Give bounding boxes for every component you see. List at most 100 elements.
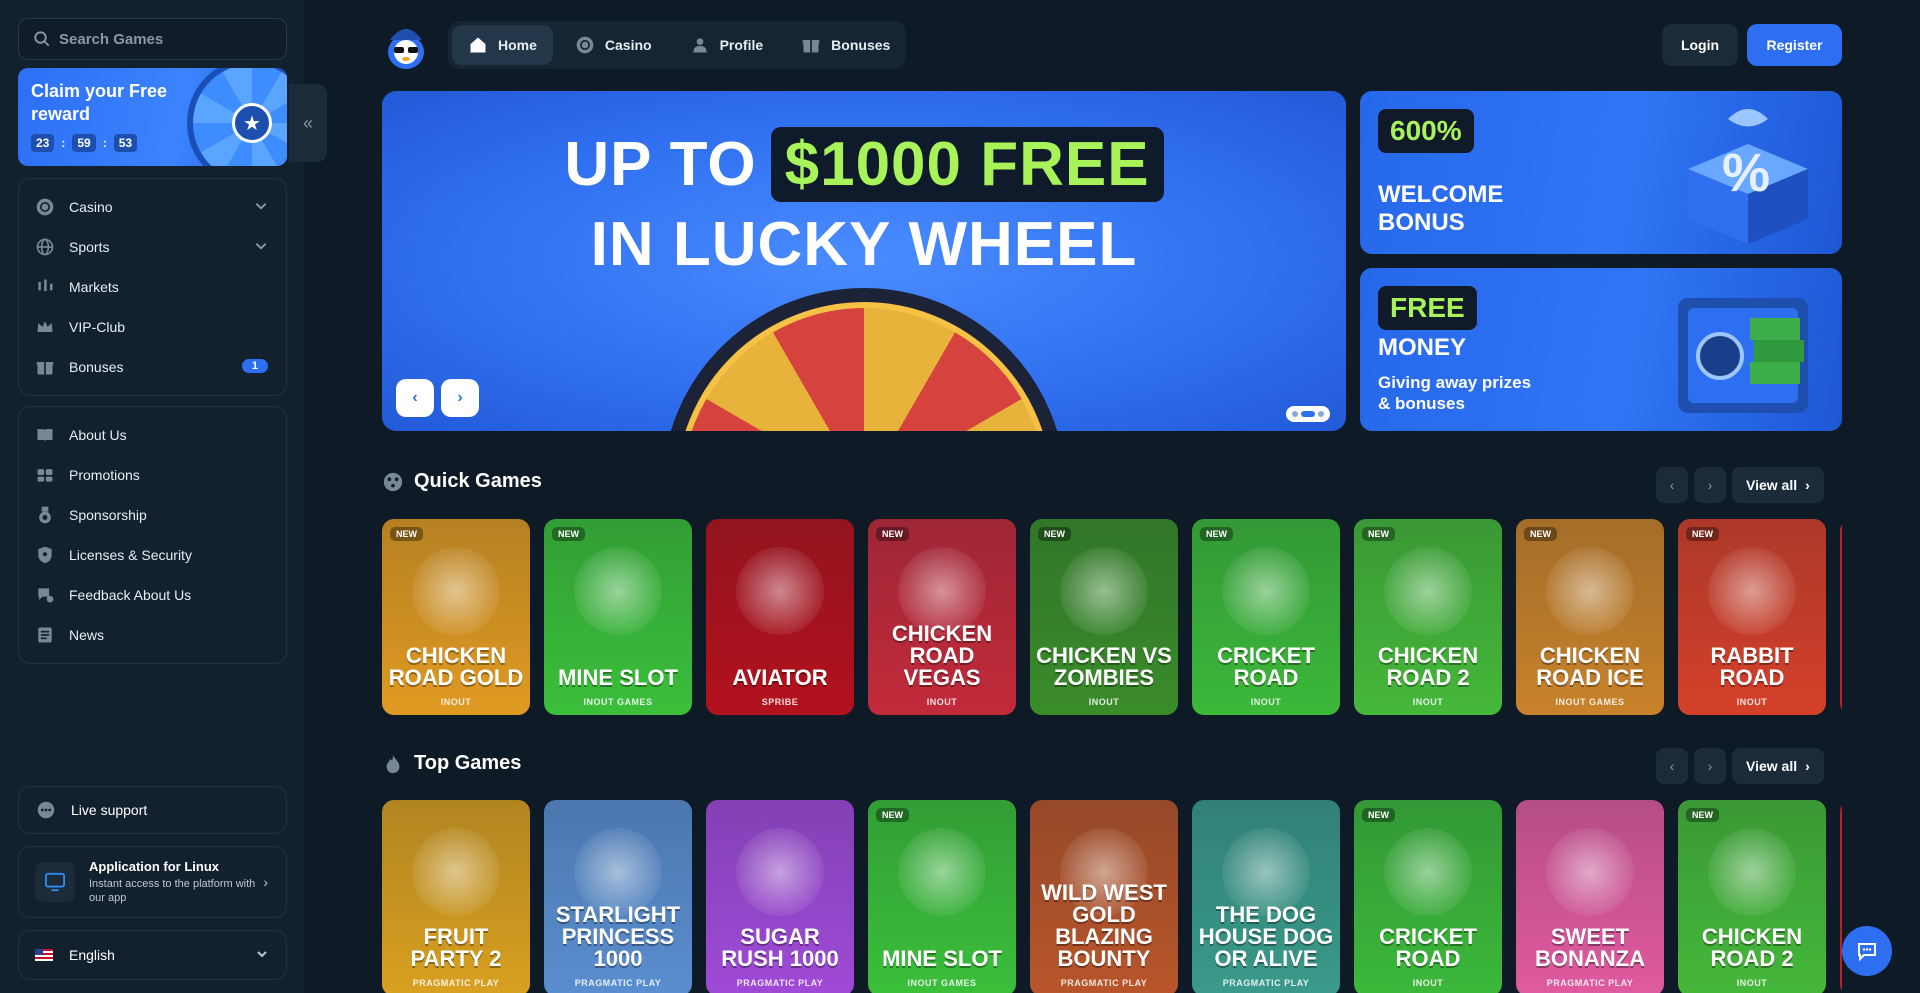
register-button[interactable]: Register — [1747, 24, 1842, 66]
gift-icon — [35, 357, 55, 377]
quick-games-prev-button[interactable]: ‹ — [1656, 467, 1688, 503]
game-card[interactable]: NEW Rabbit Road INOUT — [1678, 519, 1826, 715]
game-card[interactable]: Starlight Princess 1000 PRAGMATIC PLAY — [544, 800, 692, 993]
game-card[interactable]: Fruit Party 2 PRAGMATIC PLAY — [382, 800, 530, 993]
game-artwork — [1708, 547, 1796, 635]
carousel-dots[interactable] — [1286, 406, 1330, 422]
sidebar-item-sports[interactable]: Sports — [19, 227, 286, 267]
game-card[interactable]: NEW Cricket Road INOUT — [1354, 800, 1502, 993]
top-games-next-button[interactable]: › — [1694, 748, 1726, 784]
game-card-partial[interactable] — [1840, 800, 1842, 993]
chevron-down-icon — [256, 947, 268, 963]
game-title: Chicken Road 2 — [1701, 924, 1803, 971]
chat-bubble-icon — [35, 585, 55, 605]
chevron-right-icon: › — [457, 389, 463, 406]
game-card[interactable]: NEW Chicken Road 2 INOUT — [1678, 800, 1826, 993]
sidebar-item-vip-club[interactable]: VIP-Club — [19, 307, 286, 347]
quick-games-heading: Quick Games — [382, 470, 542, 493]
quick-games-view-all-button[interactable]: View all › — [1732, 467, 1824, 503]
sidebar-item-markets[interactable]: Markets — [19, 267, 286, 307]
collapse-sidebar-button[interactable]: « — [289, 84, 327, 162]
top-games-prev-button[interactable]: ‹ — [1656, 748, 1688, 784]
game-card[interactable]: NEW Chicken vs Zombies INOUT — [1030, 519, 1178, 715]
sidebar-item-bonuses[interactable]: Bonuses 1 — [19, 347, 286, 387]
game-card[interactable]: Sugar Rush 1000 PRAGMATIC PLAY — [706, 800, 854, 993]
sidebar-item-licenses-security[interactable]: Licenses & Security — [19, 535, 286, 575]
linux-app-banner[interactable]: Application for Linux Instant access to … — [18, 846, 287, 918]
reward-wheel-image: ★ — [187, 68, 287, 166]
tab-casino[interactable]: Casino — [559, 25, 668, 65]
game-provider: PRAGMATIC PLAY — [1222, 978, 1310, 988]
us-flag-icon — [35, 949, 53, 961]
game-title: Mine Slot — [882, 946, 1002, 971]
svg-text:%: % — [1722, 143, 1770, 203]
hero-next-button[interactable]: › — [441, 379, 479, 417]
game-card[interactable]: The Dog House Dog or Alive PRAGMATIC PLAY — [1192, 800, 1340, 993]
medal-icon — [35, 505, 55, 525]
chat-support-button[interactable] — [1842, 926, 1892, 976]
sidebar-item-news[interactable]: News — [19, 615, 286, 655]
game-artwork — [1222, 547, 1310, 635]
game-provider: INOUT GAMES — [907, 978, 977, 988]
game-provider: PRAGMATIC PLAY — [1546, 978, 1634, 988]
game-card[interactable]: NEW Chicken Road Vegas INOUT — [868, 519, 1016, 715]
hero-banner[interactable]: UP TO $1000 FREE IN LUCKY WHEEL ‹ › — [382, 91, 1346, 431]
game-artwork — [574, 547, 662, 635]
app-title: Application for Linux — [89, 859, 219, 874]
game-title: Chicken Road Ice — [1536, 643, 1644, 690]
game-card[interactable]: Sweet Bonanza PRAGMATIC PLAY — [1516, 800, 1664, 993]
sidebar-item-promotions[interactable]: Promotions — [19, 455, 286, 495]
dice-icon — [383, 472, 403, 491]
timer-minutes: 59 — [72, 134, 96, 152]
free-money-banner[interactable]: FREE MONEY Giving away prizes & bonuses — [1360, 268, 1842, 431]
game-provider: SPRIBE — [761, 697, 799, 707]
game-card[interactable]: NEW Chicken Road Gold INOUT — [382, 519, 530, 715]
lucky-wheel-image — [662, 288, 1066, 431]
promo1-title: WELCOME BONUS — [1378, 181, 1504, 236]
game-artwork — [1546, 547, 1634, 635]
game-card[interactable]: NEW Chicken Road Ice INOUT GAMES — [1516, 519, 1664, 715]
sidebar: Claim your Free reward 23: 59: 53 ★ Casi… — [0, 0, 304, 993]
game-title: Chicken vs Zombies — [1036, 643, 1172, 690]
game-card[interactable]: Wild West Gold Blazing Bounty PRAGMATIC P… — [1030, 800, 1178, 993]
game-card[interactable]: Aviator SPRIBE — [706, 519, 854, 715]
site-logo[interactable] — [384, 22, 428, 70]
sidebar-item-about-us[interactable]: About Us — [19, 415, 286, 455]
nav-item-label: Markets — [69, 279, 119, 295]
game-artwork — [1384, 547, 1472, 635]
welcome-bonus-banner[interactable]: 600% WELCOME BONUS % — [1360, 91, 1842, 254]
game-card[interactable]: NEW Chicken Road 2 INOUT — [1354, 519, 1502, 715]
hero-headline-2: IN LUCKY WHEEL — [590, 210, 1138, 279]
game-card-partial[interactable] — [1840, 519, 1842, 715]
tab-profile[interactable]: Profile — [674, 25, 780, 65]
sidebar-item-sponsorship[interactable]: Sponsorship — [19, 495, 286, 535]
chevron-down-icon — [254, 199, 268, 216]
game-card[interactable]: NEW Mine Slot INOUT GAMES — [544, 519, 692, 715]
nav-item-label: Licenses & Security — [69, 547, 192, 563]
game-card[interactable]: NEW Cricket Road INOUT — [1192, 519, 1340, 715]
live-support-label: Live support — [71, 802, 148, 818]
search-input[interactable] — [59, 30, 279, 48]
tab-label: Bonuses — [831, 37, 891, 53]
sidebar-item-feedback-about-us[interactable]: Feedback About Us — [19, 575, 286, 615]
game-card[interactable]: NEW Mine Slot INOUT GAMES — [868, 800, 1016, 993]
game-title: Mine Slot — [558, 665, 678, 690]
quick-games-controls: ‹ › View all › — [1656, 467, 1824, 503]
live-support-button[interactable]: Live support — [18, 786, 287, 834]
hero-up-to: UP TO — [564, 130, 757, 199]
tab-home[interactable]: Home — [452, 25, 553, 65]
hero-amount: $1000 FREE — [770, 127, 1164, 202]
language-selector[interactable]: English — [18, 930, 287, 980]
top-games-view-all-button[interactable]: View all › — [1732, 748, 1824, 784]
new-badge: NEW — [1362, 808, 1395, 822]
hero-prev-button[interactable]: ‹ — [396, 379, 434, 417]
new-badge: NEW — [1038, 527, 1071, 541]
sidebar-item-casino[interactable]: Casino — [19, 187, 286, 227]
login-button[interactable]: Login — [1662, 24, 1738, 66]
claim-reward-banner[interactable]: Claim your Free reward 23: 59: 53 ★ — [18, 68, 287, 166]
nav-item-label: Sponsorship — [69, 507, 147, 523]
search-box[interactable] — [18, 18, 287, 60]
tab-bonuses[interactable]: Bonuses — [785, 25, 906, 65]
quick-games-next-button[interactable]: › — [1694, 467, 1726, 503]
top-games-title: Top Games — [414, 752, 522, 774]
